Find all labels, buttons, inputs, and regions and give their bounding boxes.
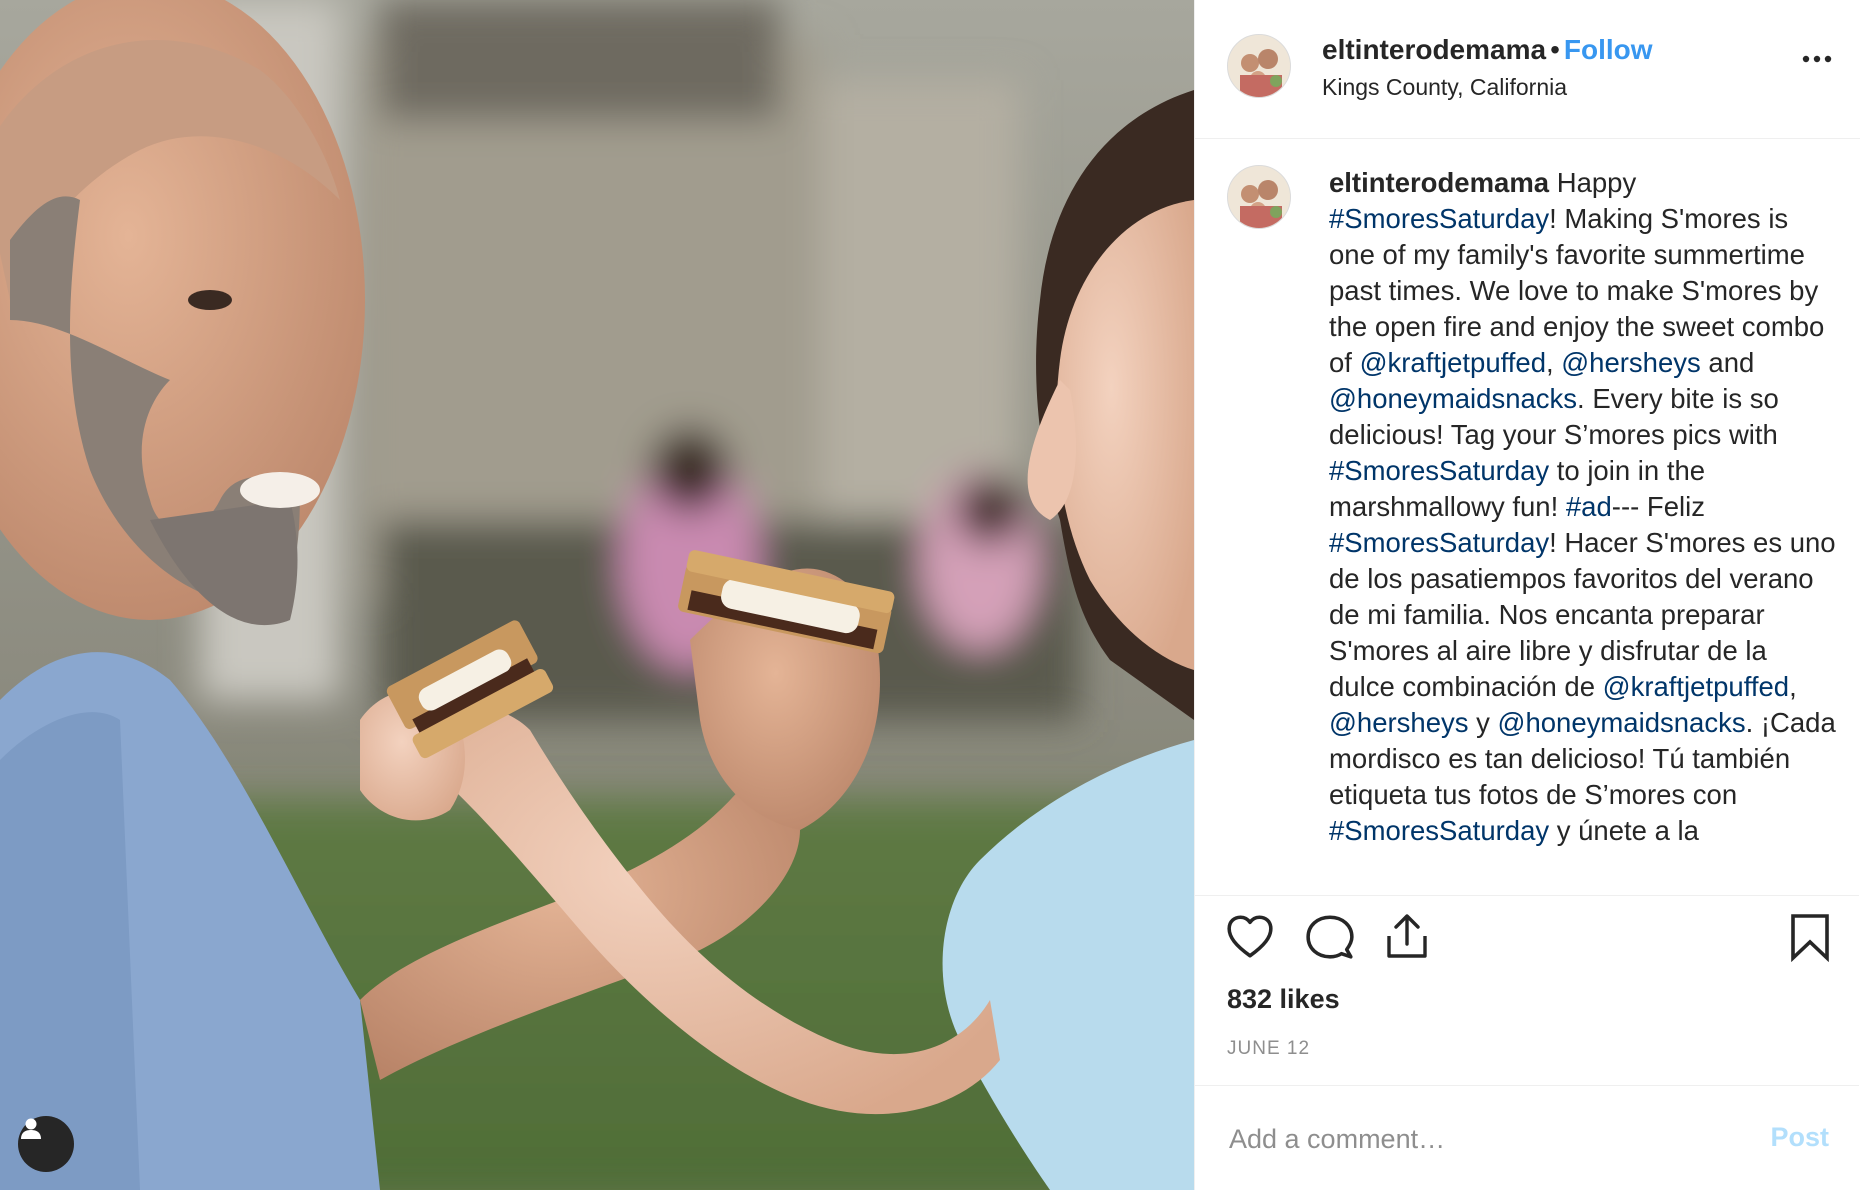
comment-bubble-icon [1306,915,1354,959]
follow-button[interactable]: Follow [1564,34,1653,65]
mention-link[interactable]: @hersheys [1329,707,1469,738]
caption-username[interactable]: eltinterodemama [1329,167,1549,198]
hashtag-link[interactable]: #ad [1566,491,1612,522]
post-comment-button[interactable]: Post [1770,1122,1829,1153]
likes-count[interactable]: 832 likes [1227,984,1340,1015]
caption-avatar[interactable] [1227,165,1291,229]
hashtag-link[interactable]: #SmoresSaturday [1329,815,1549,846]
mention-link[interactable]: @hersheys [1561,347,1701,378]
profile-picture [1228,166,1290,228]
caption-text-segment: and [1700,347,1755,378]
mention-link[interactable]: @honeymaidsnacks [1498,707,1746,738]
action-bar [1195,912,1859,972]
avatar[interactable] [1227,34,1291,98]
header-separator: • [1550,34,1560,65]
save-button[interactable] [1789,912,1831,967]
like-button[interactable] [1225,912,1275,967]
share-button[interactable] [1383,912,1431,967]
share-icon [1387,914,1427,958]
mention-link[interactable]: @kraftjetpuffed [1603,671,1789,702]
comment-button[interactable] [1305,912,1355,967]
bookmark-icon [1791,914,1829,963]
post-header: eltinterodemama • Follow Kings County, Cal… [1195,0,1860,139]
tagged-users-button[interactable] [18,1116,74,1172]
post-image [0,0,1194,1190]
caption-text-segment: y únete a la [1549,815,1699,846]
comment-bar: Post [1195,1085,1859,1190]
caption-text: eltinterodemama Happy #SmoresSaturday! M… [1329,165,1839,849]
heart-icon [1227,915,1273,958]
caption-body: Happy #SmoresSaturday! Making S'mores is… [1329,167,1836,846]
post-photo[interactable] [0,0,1194,1190]
user-icon [21,1118,41,1139]
more-options-button[interactable] [1802,50,1832,68]
caption-area[interactable]: eltinterodemama Happy #SmoresSaturday! M… [1195,139,1859,896]
header-username[interactable]: eltinterodemama [1322,34,1546,65]
location-link[interactable]: Kings County, California [1322,74,1653,101]
instagram-post: eltinterodemama • Follow Kings County, Cal… [0,0,1860,1190]
more-horizontal-icon [1802,55,1832,63]
caption-text-segment: , [1789,671,1797,702]
post-side-panel: eltinterodemama • Follow Kings County, Cal… [1194,0,1860,1190]
caption-text-segment: , [1545,347,1562,378]
hashtag-link[interactable]: #SmoresSaturday [1329,527,1549,558]
comment-input[interactable] [1227,1116,1731,1162]
caption-text-segment: y [1468,707,1498,738]
header-names: eltinterodemama • Follow Kings County, Cal… [1322,34,1653,101]
hashtag-link[interactable]: #SmoresSaturday [1329,455,1549,486]
caption-text-segment: Happy [1549,167,1637,198]
caption-text-segment: --- Feliz [1611,491,1705,522]
mention-link[interactable]: @honeymaidsnacks [1329,383,1577,414]
post-date[interactable]: JUNE 12 [1227,1038,1310,1060]
hashtag-link[interactable]: #SmoresSaturday [1329,203,1549,234]
mention-link[interactable]: @kraftjetpuffed [1360,347,1546,378]
profile-picture [1228,35,1290,97]
